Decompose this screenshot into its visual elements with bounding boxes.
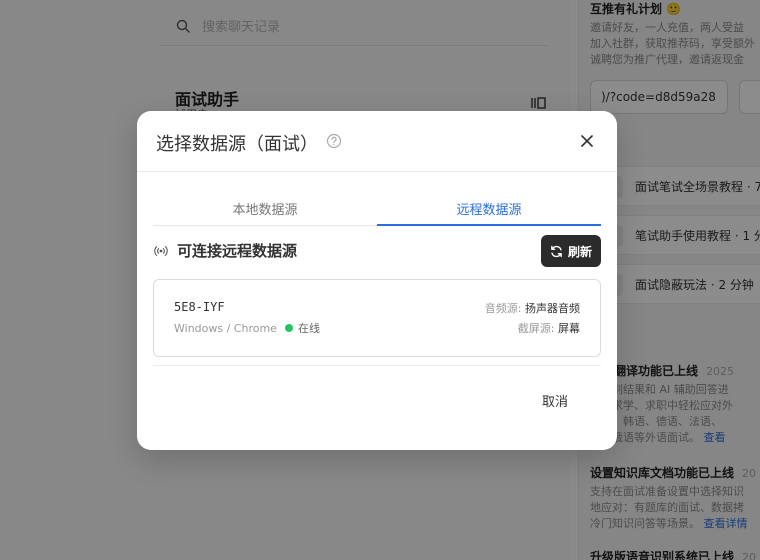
dialog-title: 选择数据源（面试） [156, 134, 318, 155]
remote-device-card[interactable]: 5E8-IYF Windows / Chrome 在线 音频源: 扬声器音频 截… [153, 279, 601, 357]
section-title: 可连接远程数据源 [177, 242, 298, 260]
device-platform: Windows / Chrome [174, 321, 277, 335]
screen-source-value: 屏幕 [558, 322, 580, 335]
close-button[interactable] [577, 131, 597, 151]
refresh-label: 刷新 [567, 244, 592, 259]
refresh-icon [551, 245, 562, 257]
help-circle-icon[interactable] [326, 133, 342, 149]
tab-remote-source[interactable]: 远程数据源 [377, 191, 601, 226]
remote-section-header: 可连接远程数据源 刷新 [153, 235, 601, 267]
audio-source-info: 音频源: 扬声器音频 [485, 300, 580, 316]
data-source-dialog: 选择数据源（面试） 本地数据源 远程数据源 可连接远程数据源 刷新 5E8-IY… [137, 111, 617, 450]
tab-local-source[interactable]: 本地数据源 [153, 191, 377, 225]
refresh-button[interactable]: 刷新 [541, 235, 601, 267]
audio-source-label: 音频源: [484, 302, 522, 315]
source-tabs: 本地数据源 远程数据源 [153, 191, 601, 226]
screen-source-label: 截屏源: [517, 322, 555, 335]
device-status: 在线 [297, 322, 320, 335]
audio-source-value: 扬声器音频 [525, 302, 580, 315]
screen-source-info: 截屏源: 屏幕 [518, 320, 580, 336]
dialog-header: 选择数据源（面试） [137, 111, 617, 172]
device-id: 5E8-IYF [174, 300, 225, 314]
cancel-button[interactable]: 取消 [527, 387, 583, 413]
device-meta: Windows / Chrome 在线 [174, 320, 320, 336]
broadcast-icon [154, 246, 168, 256]
footer-divider [153, 365, 601, 366]
close-icon [581, 135, 593, 147]
online-status-dot [284, 324, 293, 332]
